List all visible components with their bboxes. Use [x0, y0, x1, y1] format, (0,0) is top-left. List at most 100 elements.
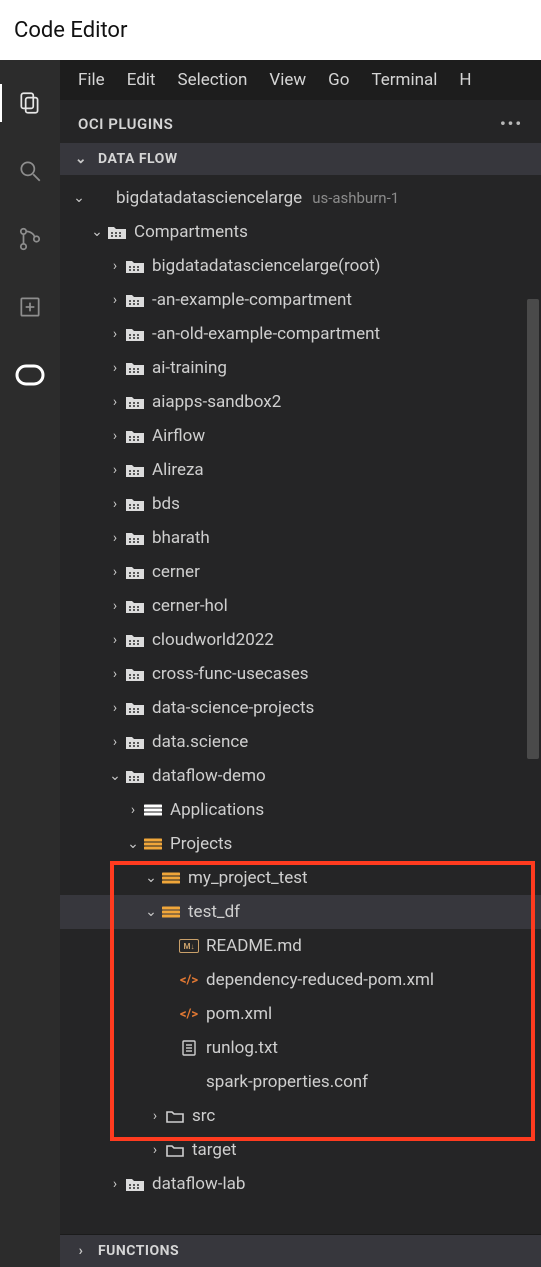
tenancy-region: us-ashburn-1	[312, 189, 399, 207]
compartment-label: bharath	[152, 528, 210, 548]
menu-help[interactable]: H	[459, 70, 471, 90]
compartment-row[interactable]: ›-an-old-example-compartment	[60, 317, 541, 351]
menu-go[interactable]: Go	[328, 70, 349, 90]
compartment-row[interactable]: ›data.science	[60, 725, 541, 759]
folder-icon	[124, 701, 146, 715]
compartment-row[interactable]: › Airflow	[60, 419, 541, 453]
compartment-label: cloudworld2022	[152, 630, 274, 650]
chevron-right-icon: ›	[106, 564, 124, 580]
compartment-label: Airflow	[152, 426, 205, 446]
side-panel: File Edit Selection View Go Terminal H O…	[60, 60, 541, 1267]
folder-icon	[124, 735, 146, 749]
oracle-activity-icon[interactable]	[15, 360, 45, 390]
compartment-row[interactable]: ›bharath	[60, 521, 541, 555]
markdown-icon: M↓	[178, 939, 200, 953]
explorer-activity-icon[interactable]	[15, 88, 45, 118]
file-label: README.md	[206, 936, 302, 956]
file-spark-conf[interactable]: › spark-properties.conf	[60, 1065, 541, 1099]
stack-icon	[142, 803, 164, 817]
project-test-df[interactable]: ⌄ test_df	[60, 895, 541, 929]
stack-icon	[160, 905, 182, 919]
folder-icon	[124, 293, 146, 307]
applications-row[interactable]: › Applications	[60, 793, 541, 827]
scm-activity-icon[interactable]	[15, 224, 45, 254]
panel-more-icon[interactable]: •••	[500, 114, 523, 133]
chevron-right-icon: ›	[106, 632, 124, 648]
chevron-down-icon: ⌄	[142, 870, 160, 886]
folder-icon	[124, 599, 146, 613]
chevron-right-icon: ›	[106, 394, 124, 410]
section-functions-label: FUNCTIONS	[98, 1243, 179, 1259]
activity-bar	[0, 60, 60, 1267]
folder-icon	[124, 565, 146, 579]
chevron-right-icon: ›	[106, 258, 124, 274]
compartment-row[interactable]: ›cerner-hol	[60, 589, 541, 623]
folder-target[interactable]: › target	[60, 1133, 541, 1167]
search-activity-icon[interactable]	[15, 156, 45, 186]
file-pom[interactable]: › </> pom.xml	[60, 997, 541, 1031]
folder-icon	[124, 361, 146, 375]
chevron-right-icon: ›	[146, 1142, 164, 1158]
compartment-label: dataflow-demo	[152, 766, 266, 786]
tenancy-name: bigdatadatasciencelarge	[116, 188, 302, 208]
compartment-row[interactable]: ›Alireza	[60, 453, 541, 487]
menu-view[interactable]: View	[269, 70, 306, 90]
folder-icon	[124, 395, 146, 409]
file-label: spark-properties.conf	[206, 1072, 368, 1092]
section-dataflow[interactable]: ⌄ DATA FLOW	[60, 143, 541, 175]
folder-icon	[124, 463, 146, 477]
scrollbar-thumb[interactable]	[527, 299, 539, 759]
compartment-label: ai-training	[152, 358, 227, 378]
chevron-down-icon: ⌄	[70, 190, 88, 206]
tree: ⌄ bigdatadatasciencelarge us-ashburn-1 ⌄…	[60, 175, 541, 1234]
tenancy-row[interactable]: ⌄ bigdatadatasciencelarge us-ashburn-1	[60, 181, 541, 215]
projects-row[interactable]: ⌄ Projects	[60, 827, 541, 861]
chevron-right-icon: ›	[106, 428, 124, 444]
compartments-row[interactable]: ⌄ Compartments	[60, 215, 541, 249]
project-my-project-test[interactable]: ⌄ my_project_test	[60, 861, 541, 895]
compartment-row[interactable]: › cerner	[60, 555, 541, 589]
section-functions[interactable]: › FUNCTIONS	[60, 1234, 541, 1267]
panel-title: OCI PLUGINS	[78, 115, 173, 133]
menu-file[interactable]: File	[78, 70, 105, 90]
chevron-right-icon: ›	[106, 666, 124, 682]
compartment-row[interactable]: › cloudworld2022	[60, 623, 541, 657]
folder-src[interactable]: › src	[60, 1099, 541, 1133]
new-file-activity-icon[interactable]	[15, 292, 45, 322]
menu-selection[interactable]: Selection	[177, 70, 247, 90]
menu-bar: File Edit Selection View Go Terminal H	[60, 60, 541, 100]
compartment-row[interactable]: ›ai-training	[60, 351, 541, 385]
compartment-dataflow-demo[interactable]: ⌄ dataflow-demo	[60, 759, 541, 793]
project-label: test_df	[188, 902, 240, 922]
chevron-right-icon: ›	[106, 496, 124, 512]
compartment-row[interactable]: ›bigdatadatasciencelarge(root)	[60, 249, 541, 283]
file-readme[interactable]: › M↓ README.md	[60, 929, 541, 963]
folder-label: target	[192, 1140, 237, 1160]
file-label: dependency-reduced-pom.xml	[206, 970, 434, 990]
compartment-label: cross-func-usecases	[152, 664, 309, 684]
compartment-dataflow-lab[interactable]: › dataflow-lab	[60, 1167, 541, 1201]
chevron-right-icon: ›	[106, 598, 124, 614]
file-dep-pom[interactable]: › </> dependency-reduced-pom.xml	[60, 963, 541, 997]
compartment-row[interactable]: › cross-func-usecases	[60, 657, 541, 691]
compartment-row[interactable]: ›bds	[60, 487, 541, 521]
file-runlog[interactable]: › runlog.txt	[60, 1031, 541, 1065]
applications-label: Applications	[170, 800, 264, 820]
menu-edit[interactable]: Edit	[127, 70, 156, 90]
compartment-label: cerner	[152, 562, 200, 582]
folder-icon	[124, 327, 146, 341]
compartment-row[interactable]: ›-an-example-compartment	[60, 283, 541, 317]
window-title-text: Code Editor	[14, 18, 127, 43]
compartment-row[interactable]: ›data-science-projects	[60, 691, 541, 725]
chevron-right-icon: ›	[124, 802, 142, 818]
chevron-right-icon: ›	[106, 700, 124, 716]
chevron-right-icon: ›	[72, 1243, 90, 1259]
folder-icon	[124, 769, 146, 783]
chevron-right-icon: ›	[146, 1108, 164, 1124]
chevron-right-icon: ›	[106, 462, 124, 478]
menu-terminal[interactable]: Terminal	[371, 70, 437, 90]
chevron-down-icon: ⌄	[106, 768, 124, 784]
folder-icon	[124, 259, 146, 273]
file-label: pom.xml	[206, 1004, 272, 1024]
compartment-row[interactable]: ›aiapps-sandbox2	[60, 385, 541, 419]
